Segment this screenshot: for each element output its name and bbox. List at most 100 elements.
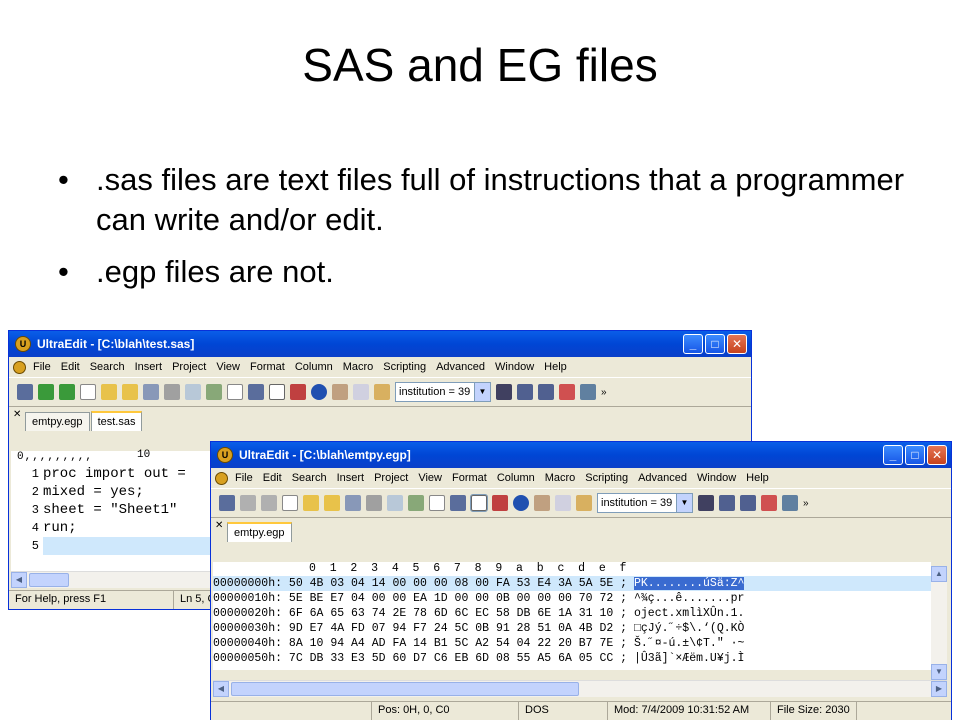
- scroll-thumb[interactable]: [231, 682, 579, 696]
- find-icon[interactable]: [496, 384, 512, 400]
- tab-emtpy-egp[interactable]: emtpy.egp: [25, 412, 90, 431]
- menu-scripting[interactable]: Scripting: [580, 472, 633, 484]
- chevron-down-icon[interactable]: ▼: [676, 494, 692, 512]
- document-icon[interactable]: [429, 495, 445, 511]
- open-folder-icon[interactable]: [303, 495, 319, 511]
- ultraedit-window-egp[interactable]: U UltraEdit - [C:\blah\emtpy.egp] _ □ ✕ …: [210, 441, 952, 720]
- minimize-button[interactable]: _: [883, 445, 903, 465]
- scroll-left-icon[interactable]: ◀: [11, 572, 27, 588]
- menu-help[interactable]: Help: [741, 472, 774, 484]
- maximize-button[interactable]: □: [705, 334, 725, 354]
- cut-icon[interactable]: [332, 384, 348, 400]
- replace-icon[interactable]: [761, 495, 777, 511]
- hex-mode-icon[interactable]: [470, 494, 488, 512]
- find-combo[interactable]: institution = 39 ▼: [597, 493, 693, 513]
- paste-icon[interactable]: [374, 384, 390, 400]
- new-file-icon[interactable]: [80, 384, 96, 400]
- vertical-scrollbar[interactable]: ▲ ▼: [931, 566, 947, 680]
- menu-window[interactable]: Window: [692, 472, 741, 484]
- paste-icon[interactable]: [576, 495, 592, 511]
- copy-icon[interactable]: [555, 495, 571, 511]
- doc-icon[interactable]: [215, 471, 228, 485]
- find-prev-icon[interactable]: [740, 495, 756, 511]
- menu-format[interactable]: Format: [447, 472, 492, 484]
- title-bar[interactable]: U UltraEdit - [C:\blah\emtpy.egp] _ □ ✕: [211, 442, 951, 468]
- doc-icon[interactable]: [13, 360, 26, 374]
- print-setup-icon[interactable]: [580, 384, 596, 400]
- new-file-icon[interactable]: [282, 495, 298, 511]
- back-icon[interactable]: [240, 495, 256, 511]
- print-setup-icon[interactable]: [782, 495, 798, 511]
- menu-macro[interactable]: Macro: [540, 472, 581, 484]
- find-prev-icon[interactable]: [538, 384, 554, 400]
- menu-insert[interactable]: Insert: [332, 472, 370, 484]
- close-icon[interactable]: ✕: [215, 520, 223, 531]
- title-bar[interactable]: U UltraEdit - [C:\blah\test.sas] _ □ ✕: [9, 331, 751, 357]
- menu-advanced[interactable]: Advanced: [633, 472, 692, 484]
- new-icon[interactable]: [17, 384, 33, 400]
- scroll-thumb[interactable]: [29, 573, 69, 587]
- print-icon[interactable]: [366, 495, 382, 511]
- wrap-icon[interactable]: [248, 384, 264, 400]
- scroll-left-icon[interactable]: ◀: [213, 681, 229, 697]
- menu-view[interactable]: View: [211, 361, 245, 373]
- scroll-up-icon[interactable]: ▲: [931, 566, 947, 582]
- menu-search[interactable]: Search: [85, 361, 130, 373]
- save-icon[interactable]: [143, 384, 159, 400]
- cut-icon[interactable]: [534, 495, 550, 511]
- menu-window[interactable]: Window: [490, 361, 539, 373]
- menu-file[interactable]: File: [230, 472, 258, 484]
- hex-editor[interactable]: 00000000h: 50 4B 03 04 14 00 00 00 08 00…: [213, 576, 931, 670]
- find-next-icon[interactable]: [517, 384, 533, 400]
- close-button[interactable]: ✕: [927, 445, 947, 465]
- list-icon[interactable]: [290, 384, 306, 400]
- browser-icon[interactable]: [311, 384, 327, 400]
- close-button[interactable]: ✕: [727, 334, 747, 354]
- find-next-icon[interactable]: [719, 495, 735, 511]
- open-folder-icon[interactable]: [101, 384, 117, 400]
- toolbar-overflow-icon[interactable]: »: [601, 387, 607, 398]
- maximize-button[interactable]: □: [905, 445, 925, 465]
- scroll-down-icon[interactable]: ▼: [931, 664, 947, 680]
- print-icon[interactable]: [164, 384, 180, 400]
- horizontal-scrollbar[interactable]: ◀ ▶: [213, 680, 947, 697]
- save-icon[interactable]: [345, 495, 361, 511]
- chevron-down-icon[interactable]: ▼: [474, 383, 490, 401]
- wrap-icon[interactable]: [450, 495, 466, 511]
- new-icon[interactable]: [219, 495, 235, 511]
- menu-view[interactable]: View: [413, 472, 447, 484]
- menu-advanced[interactable]: Advanced: [431, 361, 490, 373]
- print-preview-icon[interactable]: [387, 495, 403, 511]
- forward-icon[interactable]: [59, 384, 75, 400]
- menu-scripting[interactable]: Scripting: [378, 361, 431, 373]
- menu-file[interactable]: File: [28, 361, 56, 373]
- document-icon[interactable]: [227, 384, 243, 400]
- open-project-icon[interactable]: [324, 495, 340, 511]
- find-icon[interactable]: [698, 495, 714, 511]
- toolbar-overflow-icon[interactable]: »: [803, 498, 809, 509]
- list-icon[interactable]: [492, 495, 508, 511]
- menu-help[interactable]: Help: [539, 361, 572, 373]
- tab-test-sas[interactable]: test.sas: [90, 411, 143, 431]
- menu-column[interactable]: Column: [492, 472, 540, 484]
- menu-insert[interactable]: Insert: [130, 361, 168, 373]
- open-project-icon[interactable]: [122, 384, 138, 400]
- copy-icon[interactable]: [353, 384, 369, 400]
- back-icon[interactable]: [38, 384, 54, 400]
- print-preview-icon[interactable]: [185, 384, 201, 400]
- browser-icon[interactable]: [513, 495, 529, 511]
- close-icon[interactable]: ✕: [13, 409, 21, 420]
- image-icon[interactable]: [408, 495, 424, 511]
- tab-emtpy-egp[interactable]: emtpy.egp: [227, 522, 292, 542]
- hex-mode-icon[interactable]: [269, 384, 285, 400]
- forward-icon[interactable]: [261, 495, 277, 511]
- image-icon[interactable]: [206, 384, 222, 400]
- menu-edit[interactable]: Edit: [258, 472, 287, 484]
- minimize-button[interactable]: _: [683, 334, 703, 354]
- menu-format[interactable]: Format: [245, 361, 290, 373]
- menu-project[interactable]: Project: [167, 361, 211, 373]
- menu-search[interactable]: Search: [287, 472, 332, 484]
- menu-project[interactable]: Project: [369, 472, 413, 484]
- menu-edit[interactable]: Edit: [56, 361, 85, 373]
- menu-column[interactable]: Column: [290, 361, 338, 373]
